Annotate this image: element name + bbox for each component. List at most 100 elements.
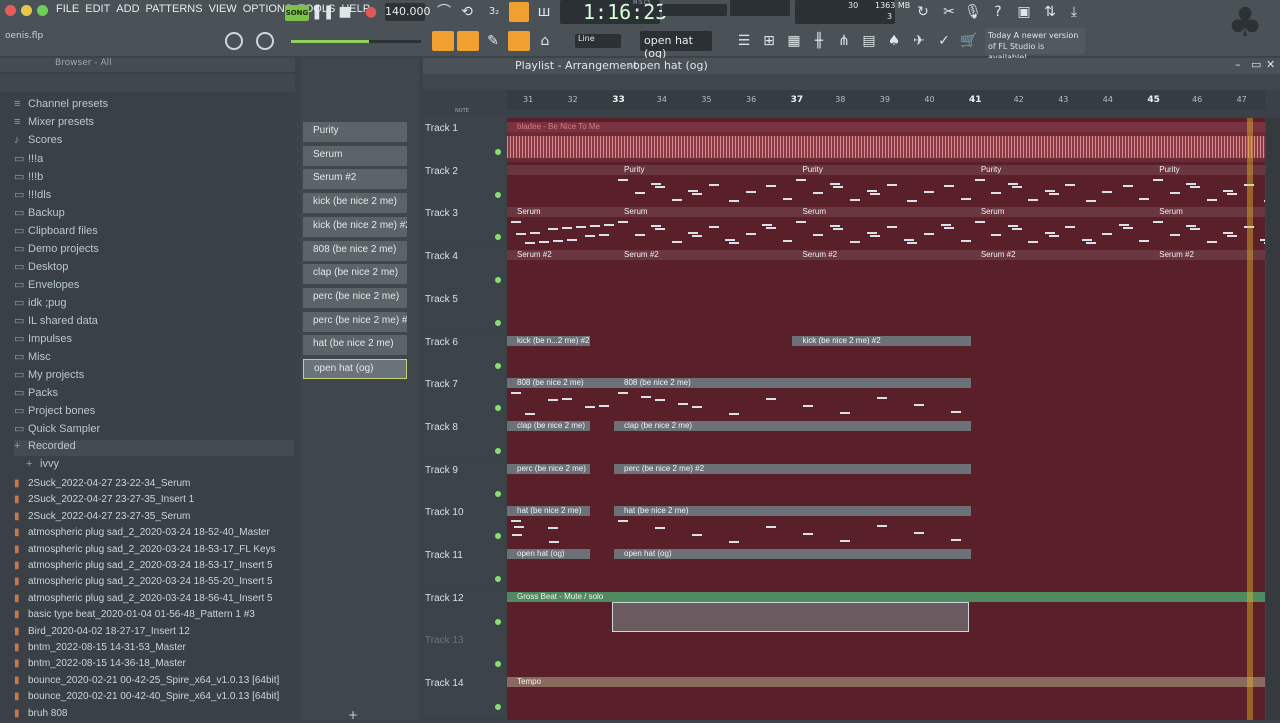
track-mute-led[interactable] (495, 319, 501, 326)
browser-file[interactable]: ▮ atmospheric plug sad_2_2020-03-24 18-52… (14, 527, 270, 542)
browser-file[interactable]: ▮ bruh 808 (14, 708, 67, 723)
menu-file[interactable]: FILE (56, 3, 79, 15)
browser-file[interactable]: ▮ atmospheric plug sad_2_2020-03-24 18-53… (14, 544, 276, 559)
browser-folder[interactable]: + Recorded (14, 440, 294, 456)
channel-button[interactable]: open hat (og) (303, 359, 407, 379)
timeline-ruler[interactable]: 31 32 33 34 35 36 37 38 39 40 41 42 43 44 45 46 47 (507, 90, 1265, 110)
pattern-clip[interactable]: Purity (614, 164, 793, 205)
export-icon[interactable]: ⇅ (1039, 1, 1061, 23)
track-mute-led[interactable] (495, 533, 501, 540)
shop-icon[interactable]: 🛒 (958, 30, 980, 52)
pattern-clip[interactable]: perc (be nice 2 me) (507, 463, 590, 504)
browser-folder[interactable]: ▭ Envelopes (14, 278, 79, 294)
track-mute-led[interactable] (495, 149, 501, 155)
tools-icon[interactable]: ✂ (938, 1, 960, 23)
pattern-clip[interactable]: Serum (792, 207, 972, 248)
browser-folder[interactable]: ▭ IL shared data (14, 314, 98, 330)
piano-roll-icon[interactable]: ▦ (783, 30, 805, 52)
pattern-clip[interactable]: kick (be nice 2 me) #2 (792, 335, 971, 376)
browser-folder[interactable]: ▭ Project bones (14, 404, 95, 420)
pattern-clip[interactable]: Serum (614, 207, 793, 248)
browser-folder[interactable]: ▭ Desktop (14, 260, 68, 276)
pattern-clip[interactable]: Serum #2 (614, 250, 793, 291)
channel-button[interactable]: kick (be nice 2 me) (303, 193, 407, 214)
channel-button[interactable]: perc (be nice 2 me) #2 (303, 311, 407, 332)
pattern-clip[interactable] (507, 164, 615, 205)
microphone-icon[interactable]: 🎙 (962, 1, 984, 23)
tempo-display[interactable]: 140.000 (385, 3, 431, 21)
track-header[interactable]: Track 5 (423, 288, 505, 330)
track-mute-led[interactable] (495, 362, 501, 369)
channel-button[interactable]: hat (be nice 2 me) (303, 335, 407, 356)
browser-file[interactable]: ▮ 2Suck_2022-04-27 23-22-34_Serum (14, 478, 190, 493)
browser-file[interactable]: ▮ bounce_2020-02-21 00-42-25_Spire_x64_v1… (14, 675, 279, 690)
browser-file[interactable]: ▮ 2Suck_2022-04-27 23-27-35_Insert 1 (14, 494, 194, 509)
browser-header[interactable]: Browser - All (0, 58, 295, 72)
pattern-clip[interactable]: Serum #2 (792, 250, 971, 291)
playlist-window-button[interactable] (432, 31, 454, 51)
browser-file[interactable]: ▮ bounce_2020-02-21 00-42-40_Spire_x64_v1… (14, 691, 279, 706)
track-mute-led[interactable] (495, 277, 501, 284)
browser-folder[interactable]: + ivvy (26, 458, 59, 474)
menu-edit[interactable]: EDIT (85, 3, 110, 15)
tempo-automation-clip[interactable]: Tempo (507, 677, 1265, 717)
browser-folder[interactable]: ▭ idk ;pug (14, 296, 67, 312)
update-hint[interactable]: Today A newer version of FL Studio is av… (985, 28, 1085, 62)
track-mute-led[interactable] (495, 704, 501, 711)
browser-file[interactable]: ▮ atmospheric plug sad_2_2020-03-24 18-53… (14, 560, 273, 575)
track-mute-led[interactable] (495, 191, 501, 198)
browser-folder[interactable]: ▭ My projects (14, 368, 84, 384)
arrangement-grid[interactable]: bladee - Be Nice To Me Purity Purity Purity… (507, 118, 1265, 720)
master-slider[interactable] (291, 40, 421, 43)
channel-button[interactable]: Purity (303, 122, 407, 142)
browser-file[interactable]: ▮ bntm_2022-08-15 14-31-53_Master (14, 642, 186, 657)
browser-folder[interactable]: ≡ Channel presets (14, 98, 108, 114)
stamp-tool-icon[interactable]: ✓ (933, 30, 955, 52)
pattern-clip[interactable]: clap (be nice 2 me) (614, 420, 971, 461)
record-icon[interactable]: ● (360, 1, 382, 23)
track-header[interactable]: Track 2 (423, 160, 505, 202)
download-icon[interactable]: ⤓ (1063, 1, 1085, 23)
wait-input-icon[interactable]: ⟲ (456, 1, 478, 23)
pattern-clip[interactable]: Purity (792, 164, 972, 205)
menu-patterns[interactable]: PATTERNS (146, 3, 203, 15)
browser-folder[interactable]: ▭ Packs (14, 386, 58, 402)
loop-record-button[interactable] (509, 2, 529, 22)
track-header[interactable]: Track 14 (423, 673, 505, 715)
song-mode-toggle[interactable]: SONG (285, 5, 309, 21)
channel-button[interactable]: Serum #2 (303, 169, 407, 190)
plugin-picker-icon[interactable]: ♠ (883, 30, 905, 52)
pattern-clip[interactable]: perc (be nice 2 me) #2 (614, 463, 971, 504)
browser-file[interactable]: ▮ atmospheric plug sad_2_2020-03-24 18-56… (14, 593, 273, 608)
pattern-clip[interactable]: Serum #2 (507, 250, 615, 291)
link-tool-button[interactable] (508, 31, 530, 51)
track-mute-led[interactable] (495, 405, 501, 412)
track-header[interactable]: Track 12 (423, 587, 505, 629)
stop-icon[interactable]: ■ (334, 1, 356, 23)
maximize-window-button[interactable] (37, 5, 48, 16)
close-playlist-icon[interactable]: ✕ (1266, 58, 1275, 71)
snap-selector[interactable]: Line (575, 34, 621, 48)
close-window-button[interactable] (5, 5, 16, 16)
pause-icon[interactable]: ❚❚ (311, 1, 334, 23)
master-pitch-knob[interactable] (256, 32, 274, 50)
blend-notes-icon[interactable]: ш (533, 1, 555, 23)
browser-folder[interactable]: ▭ Demo projects (14, 242, 99, 258)
menu-view[interactable]: VIEW (209, 3, 237, 15)
track-header[interactable]: Track 11 (423, 545, 505, 586)
mixer-faders-icon[interactable]: ╫ (808, 30, 830, 52)
track-mute-led[interactable] (495, 234, 501, 241)
minimize-window-button[interactable] (21, 5, 32, 16)
track-header[interactable]: Track 3 (423, 203, 505, 245)
track-header[interactable]: Track 8 (423, 416, 505, 458)
browser-file[interactable]: ▮ Bird_2020-04-02 18-27-17_Insert 12 (14, 626, 190, 641)
browser-icon[interactable]: ⋔ (833, 30, 855, 52)
track-header[interactable]: Track 4 (423, 246, 505, 288)
pattern-clip[interactable]: Purity (970, 164, 1150, 205)
browser-folder[interactable]: ▭ Quick Sampler (14, 422, 100, 438)
track-mute-led[interactable] (495, 490, 501, 497)
track-header[interactable]: Track 1 (423, 118, 505, 159)
automation-clip[interactable]: Gross Beat - Mute / solo (507, 591, 1265, 632)
browser-file[interactable]: ▮ atmospheric plug sad_2_2020-03-24 18-55… (14, 576, 273, 591)
clipboard-icon[interactable]: ▤ (858, 30, 880, 52)
